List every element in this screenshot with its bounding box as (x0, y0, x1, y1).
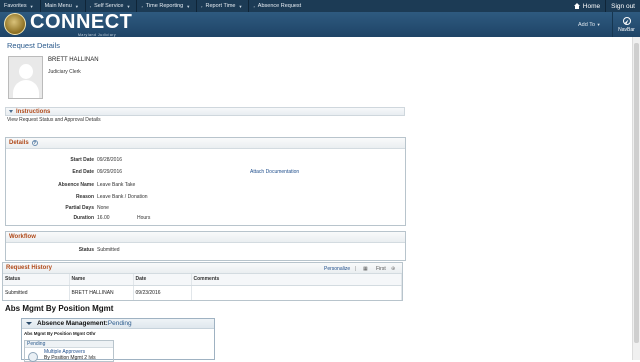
cell-comments (191, 285, 402, 300)
instructions-text: View Request Status and Approval Details (7, 117, 101, 123)
request-history-table: Status Name Date Comments Submitted BRET… (3, 274, 402, 300)
vertical-scrollbar[interactable] (632, 37, 640, 360)
header-links: Home Sign out (569, 0, 640, 12)
request-history-header: Request History Personalize | ▦ First ⊕ (3, 263, 402, 274)
pending-stage-title: Pending (25, 341, 113, 348)
details-title: Details (9, 140, 29, 146)
breadcrumb-label: Report Time (205, 3, 236, 9)
chevron-down-icon: ▼ (74, 3, 79, 9)
details-header: Details ? (6, 138, 405, 149)
instructions-header: Instructions (16, 108, 51, 115)
details-section: Details ? Start Date 09/28/2016 End Date… (5, 137, 406, 226)
navbar-button[interactable]: NavBar (612, 12, 640, 37)
duration-value: 16.00 (97, 215, 110, 221)
breadcrumb-label: Time Reporting (145, 3, 184, 9)
absence-management-header[interactable]: Absence Management: Pending (22, 319, 214, 329)
approvers-detail: By Position Mgmt 2 lvls (44, 355, 96, 361)
breadcrumb-time-reporting[interactable]: › Time Reporting ▼ (136, 0, 196, 12)
menu-main-menu-label: Main Menu (44, 3, 72, 9)
avatar-body (13, 80, 39, 98)
sign-out-label: Sign out (611, 2, 635, 10)
instructions-toggle[interactable]: Instructions (5, 107, 405, 116)
column-header-comments: Comments (191, 274, 402, 286)
workflow-status-value: Submitted (97, 247, 120, 253)
workflow-section: Workflow Status Submitted (5, 231, 406, 261)
end-date-label: End Date (72, 169, 94, 175)
workflow-status-label: Status (78, 247, 94, 253)
absence-management-label: Absence Management: (37, 320, 108, 327)
home-label: Home (582, 2, 601, 10)
chevron-down-icon: ▼ (29, 3, 34, 9)
home-link[interactable]: Home (569, 0, 605, 12)
reason-label: Reason (75, 194, 94, 200)
workflow-header: Workflow (6, 232, 405, 243)
page-title: Request Details (7, 41, 60, 50)
request-history-grid: Request History Personalize | ▦ First ⊕ … (2, 262, 403, 301)
personalize-link[interactable]: Personalize (324, 266, 350, 272)
chevron-down-icon: ▼ (238, 3, 243, 9)
add-to-menu[interactable]: Add To ▼ (578, 22, 601, 28)
chevron-down-icon: ▼ (126, 3, 131, 9)
duration-label: Duration (73, 215, 94, 221)
first-page-link[interactable]: First (376, 266, 386, 272)
absence-name-value: Leave Bank Take (97, 182, 136, 188)
partial-days-label: Partial Days (65, 205, 94, 211)
start-date-value: 09/28/2016 (97, 157, 123, 163)
collapse-triangle-icon (26, 322, 32, 325)
breadcrumb-absence-request[interactable]: › Absence Request (248, 0, 307, 12)
column-header-date: Date (133, 274, 192, 286)
breadcrumb-label: Self Service (94, 3, 124, 9)
breadcrumb-arrow-icon: › (201, 3, 203, 9)
home-icon (573, 3, 581, 9)
cell-name: BRETT HALLINAN (69, 285, 134, 300)
first-page-icon[interactable]: ⊕ (391, 266, 395, 272)
help-icon[interactable]: ? (31, 140, 38, 146)
cell-status: Submitted (3, 285, 70, 300)
abs-mgmt-title: Abs Mgmt By Position Mgmt (5, 304, 114, 313)
chevron-down-icon: ▼ (596, 22, 601, 27)
approver-status-icon (28, 352, 38, 362)
employee-photo (8, 56, 43, 99)
collapse-triangle-icon (9, 110, 13, 113)
compass-icon (622, 17, 631, 25)
end-date-value: 09/29/2016 (97, 169, 123, 175)
request-history-title: Request History (6, 265, 53, 271)
attach-documentation-link[interactable]: Attach Documentation (250, 169, 299, 175)
avatar-head (19, 64, 33, 79)
table-row: Submitted BRETT HALLINAN 09/23/2016 (3, 285, 402, 300)
grid-separator: | (355, 266, 357, 272)
start-date-label: Start Date (70, 157, 94, 163)
absence-management-box: Absence Management: Pending Abs Mgmt By P… (21, 318, 215, 362)
column-header-status: Status (3, 274, 70, 286)
breadcrumb-arrow-icon: › (89, 3, 92, 9)
brand-name: CONNECT (30, 11, 133, 33)
employee-title: Judiciary Clerk (48, 69, 81, 75)
cell-date: 09/23/2016 (133, 285, 192, 300)
breadcrumb-arrow-icon: › (141, 3, 143, 9)
reason-value: Leave Bank / Donation (97, 194, 148, 200)
employee-name: BRETT HALLINAN (48, 57, 99, 63)
breadcrumb-arrow-icon: › (253, 3, 255, 9)
navbar-label: NavBar (618, 27, 635, 33)
table-header-row: Status Name Date Comments (3, 274, 402, 286)
chevron-down-icon: ▼ (186, 3, 191, 9)
breadcrumb-label: Absence Request (257, 3, 302, 9)
abs-mgmt-subtitle: Abs Mgmt By Position Mgmt Othr (24, 331, 96, 336)
menu-favorites-label: Favorites (4, 3, 27, 9)
breadcrumb-report-time[interactable]: › Report Time ▼ (196, 0, 248, 12)
connect-logo: CONNECT Maryland Judiciary (4, 11, 132, 37)
pending-stage: Pending Multiple Approvers By Position M… (24, 340, 114, 362)
app-header: Home Sign out CONNECT Maryland Judiciary… (0, 0, 640, 37)
absence-name-label: Absence Name (58, 182, 94, 188)
duration-unit: Hours (137, 215, 151, 221)
workflow-title: Workflow (9, 234, 36, 240)
grid-grid-icon[interactable]: ▦ (363, 266, 368, 272)
partial-days-value: None (97, 205, 109, 211)
absence-management-status: Pending (107, 320, 132, 327)
column-header-name: Name (69, 274, 134, 286)
judiciary-seal-icon (4, 13, 26, 35)
sign-out-link[interactable]: Sign out (605, 0, 640, 12)
scrollbar-thumb[interactable] (634, 43, 639, 343)
add-to-label: Add To (578, 22, 596, 28)
